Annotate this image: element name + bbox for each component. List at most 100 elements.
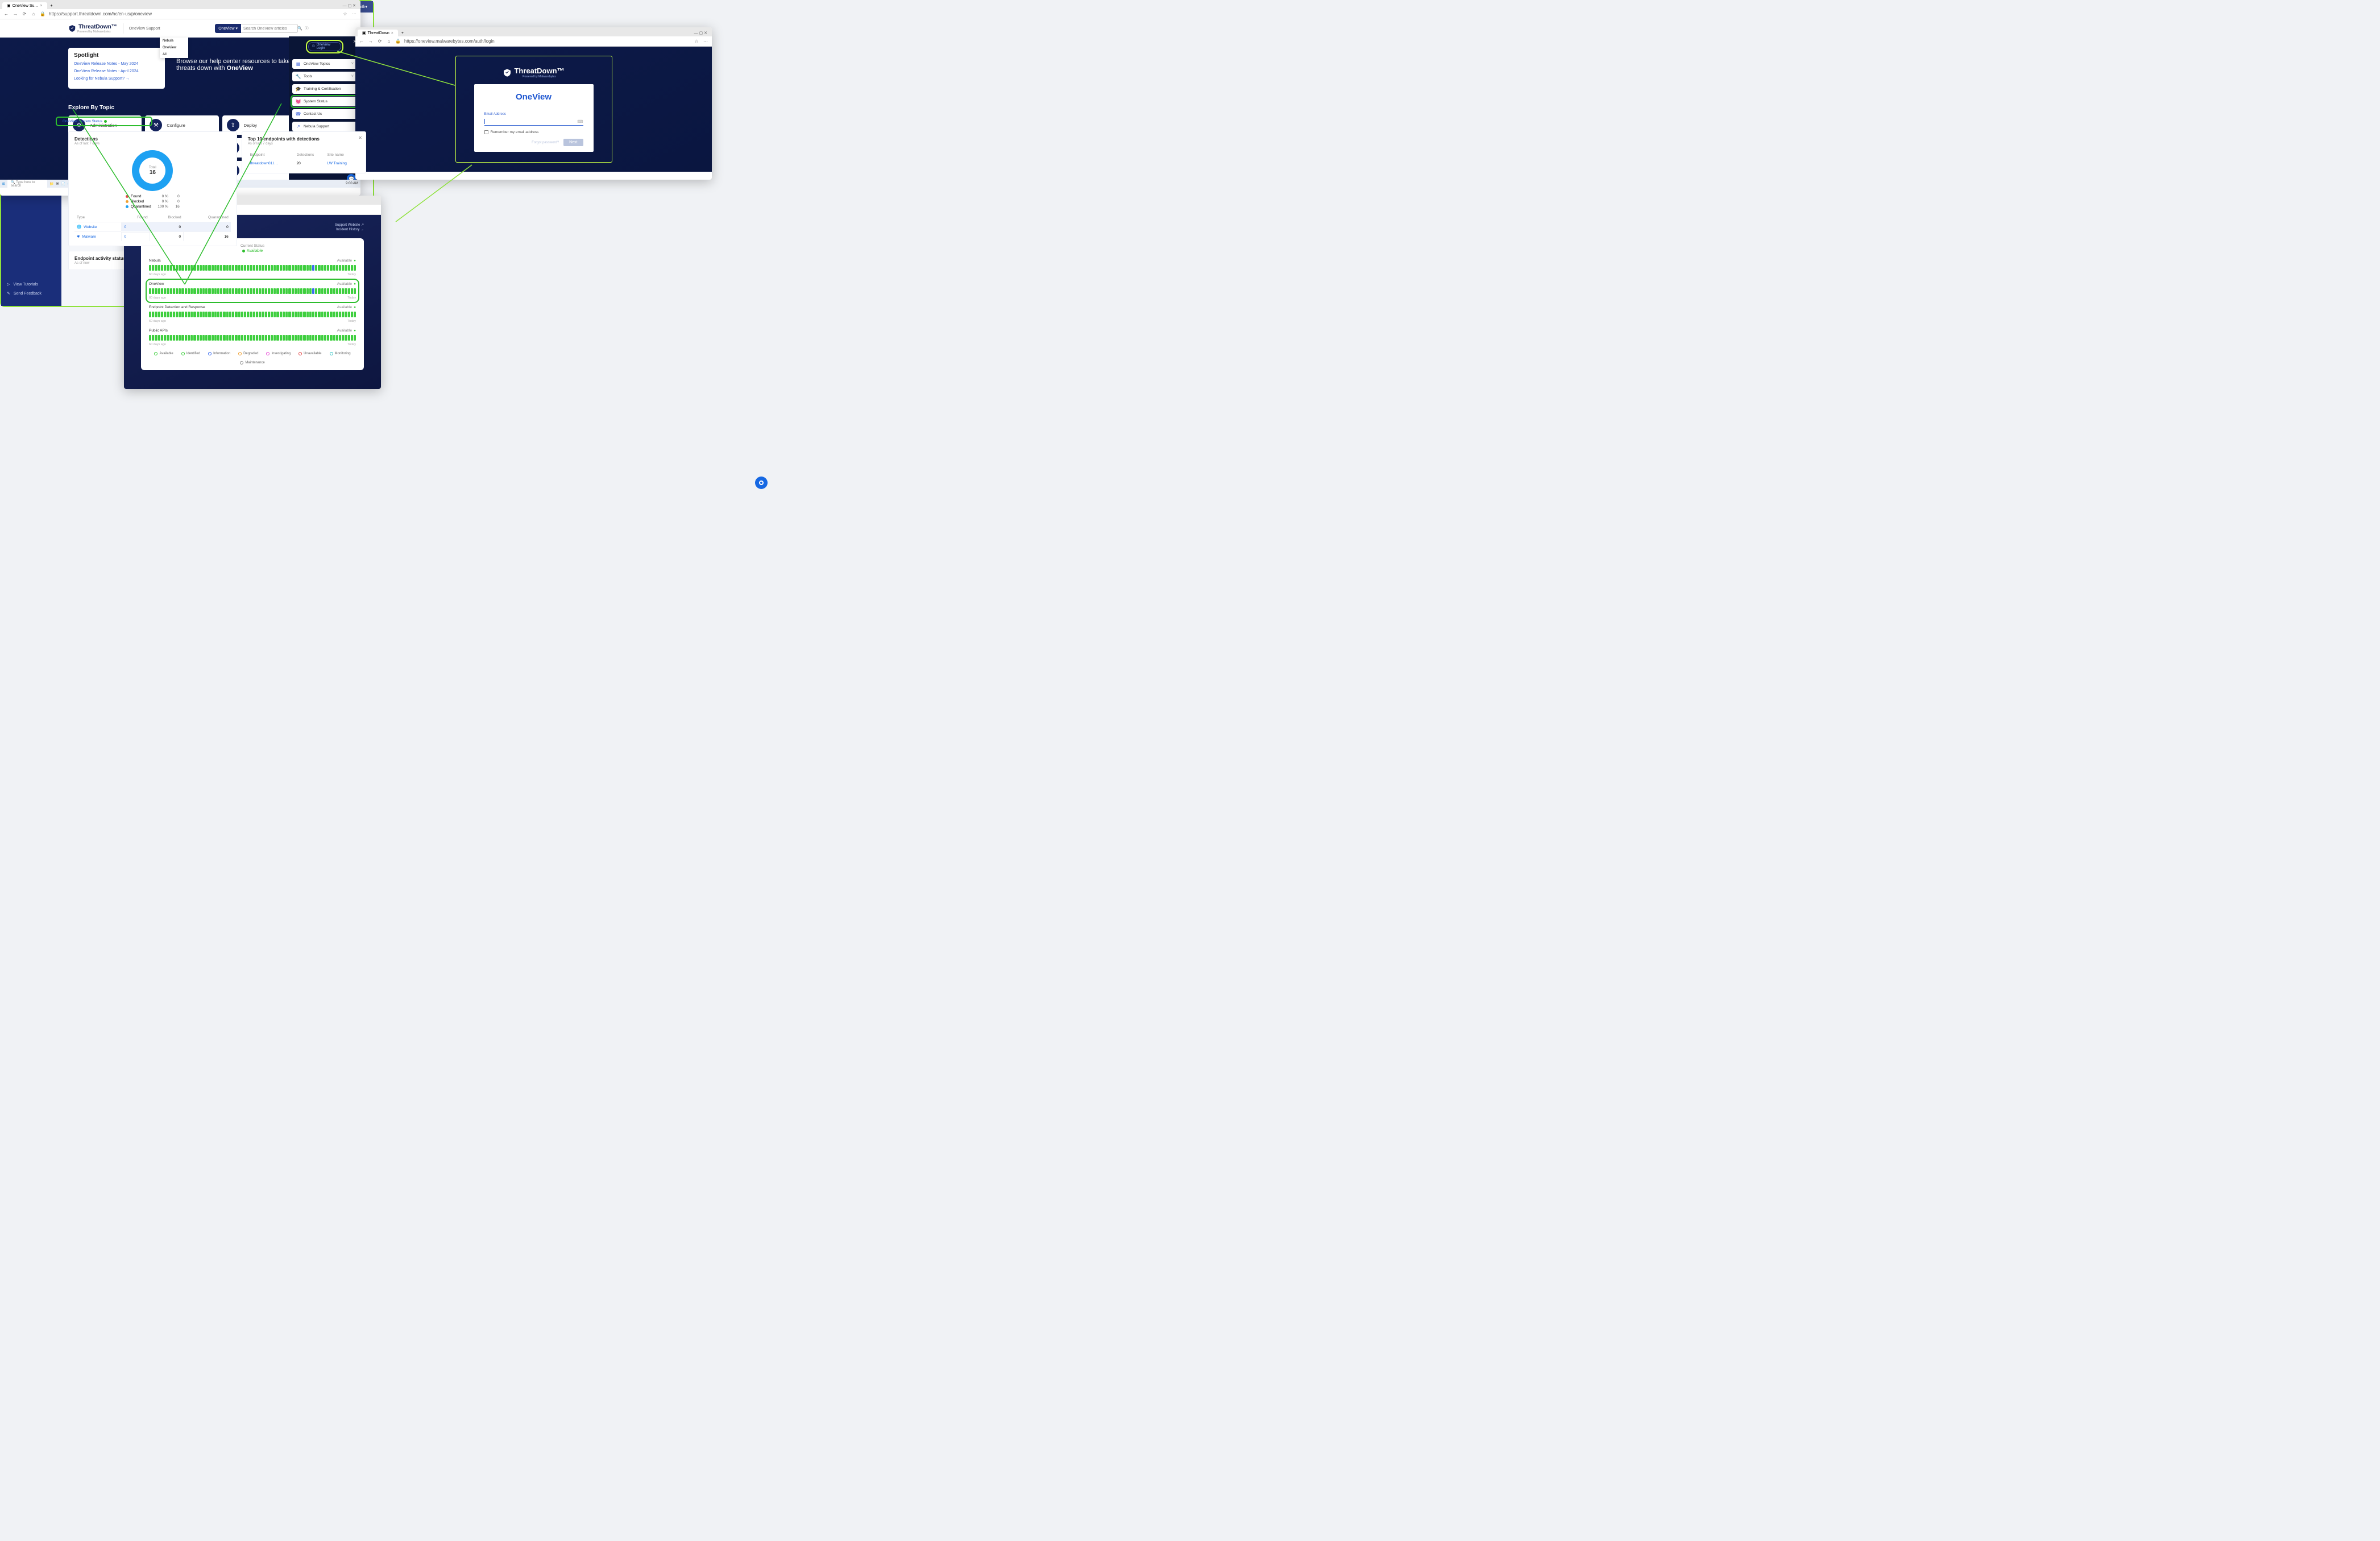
hero-text: Browse our help center resources to take… — [176, 48, 292, 72]
clear-icon[interactable]: ⓧ — [305, 26, 309, 31]
back-icon[interactable]: ← — [3, 11, 9, 17]
spotlight-link[interactable]: OneView Release Notes - May 2024 — [74, 62, 159, 66]
sidepanel-item[interactable]: 🎓 Training & Certification — [292, 84, 357, 94]
login-container: ThreatDown™Powered by Malwarebytes OneVi… — [455, 56, 612, 163]
back-icon[interactable]: ← — [359, 39, 364, 44]
close-tab-icon[interactable]: × — [40, 4, 42, 8]
reload-icon[interactable]: ⟳ — [377, 39, 383, 44]
legend-item: Maintenance — [240, 361, 264, 364]
sidepanel-item[interactable]: 🔧 Tools ˅ — [292, 72, 357, 81]
bug-icon: ✱ — [77, 234, 80, 239]
top-endpoints-panel: ✕ Top 10 endpoints with detections As of… — [242, 131, 366, 173]
sidepanel-icon: ☎ — [296, 111, 301, 117]
search-scope-dropdown[interactable]: OneView ▾ — [215, 24, 241, 33]
system-status-badge[interactable]: OneView System Status — [56, 117, 152, 126]
current-status-value: Available — [149, 249, 356, 253]
table-row[interactable]: threatdown01.l…20LW Training — [249, 160, 359, 167]
legend-row: Quarantined 100 %16 — [126, 205, 180, 209]
clock: 9:00 AM — [346, 182, 358, 185]
legend-row: Blocked 0 %0 — [126, 200, 180, 204]
sidepanel-icon: 🔧 — [296, 74, 301, 79]
home-icon[interactable]: ⌂ — [386, 39, 392, 44]
uptime-bars — [149, 335, 356, 341]
remember-checkbox[interactable]: Remember my email address — [484, 130, 583, 134]
legend-row: Found 0 %0 — [126, 194, 180, 198]
dropdown-item[interactable]: Nebula — [160, 38, 188, 44]
browser-tab[interactable]: ▣ OneView Su… × — [2, 2, 47, 9]
email-input[interactable]: ⌨ — [484, 118, 583, 126]
legend-item: Available — [154, 352, 173, 355]
table-row[interactable]: 🌐Website 000 — [74, 222, 231, 232]
login-window: ▣ ThreatDown × + — ▢ ✕ ← → ⟳ ⌂ 🔒 https:/… — [355, 27, 712, 180]
tabstrip: ▣ OneView Su… × + — ▢ ✕ — [0, 0, 360, 9]
legend-item: Investigating — [266, 352, 291, 355]
home-icon[interactable]: ⌂ — [31, 11, 36, 17]
login-card: OneView Email Address ⌨ Remember my emai… — [474, 84, 594, 152]
sidepanel-item[interactable]: ☎ Contact Us — [292, 109, 357, 119]
email-label: Email Address — [484, 113, 506, 116]
url[interactable]: https://support.threatdown.com/hc/en-us/… — [49, 11, 339, 16]
forward-icon[interactable]: → — [13, 11, 18, 17]
search-icon[interactable]: 🔍 — [297, 26, 302, 31]
taskbar-search[interactable]: 🔍 Type here to search — [7, 180, 47, 188]
spotlight-title: Spotlight — [74, 52, 159, 59]
detections-panel: Detections As of last 7 days Total16 Fou… — [68, 131, 237, 246]
sidepanel-item[interactable]: ↗ Nebula Support — [292, 122, 357, 131]
sidepanel-item[interactable]: ▦ OneView Topics ˅ — [292, 59, 357, 69]
globe-icon: 🌐 — [77, 225, 81, 229]
tile-label: Deploy — [244, 123, 257, 128]
explore-title: Explore By Topic — [68, 105, 292, 111]
support-website-link[interactable]: Support Website ↗ — [335, 223, 364, 227]
forward-icon[interactable]: → — [368, 39, 374, 44]
spotlight-link[interactable]: OneView Release Notes - April 2024 — [74, 69, 159, 73]
sidepanel-icon: 💓 — [296, 99, 301, 104]
brand-logo: ThreatDown™Powered by Malwarebytes — [503, 67, 564, 78]
tile-icon: ⇪ — [227, 119, 239, 131]
search-input[interactable] — [243, 27, 295, 31]
uptime-bars — [149, 265, 356, 271]
reload-icon[interactable]: ⟳ — [22, 11, 27, 17]
new-tab-button[interactable]: + — [47, 3, 56, 9]
status-card: Current Status Available Nebula Availabl… — [141, 238, 364, 370]
browser-tab[interactable]: ▣ ThreatDown × — [358, 30, 398, 36]
sidepanel-icon: ↗ — [296, 124, 301, 129]
view-tutorials-link[interactable]: ▷ View Tutorials — [7, 280, 56, 289]
keyboard-icon[interactable]: ⌨ — [577, 119, 583, 124]
close-icon[interactable]: ✕ — [358, 135, 362, 140]
top-nav: ThreatDown™Powered by Malwarebytes OneVi… — [0, 19, 360, 38]
search-box[interactable]: 🔍 ⓧ — [241, 24, 298, 33]
legend-item: Information — [208, 352, 230, 355]
top-endpoints-table: Endpoint Detections Site name threatdown… — [248, 150, 360, 168]
table-row[interactable]: ✱Malware 0016 — [74, 232, 231, 242]
url[interactable]: https://oneview.malwarebytes.com/auth/lo… — [404, 39, 690, 44]
next-button[interactable]: Next — [563, 139, 583, 146]
legend-item: Monitoring — [330, 352, 351, 355]
spotlight-link[interactable]: Looking for Nebula Support? → — [74, 77, 159, 81]
uptime-bars — [149, 288, 356, 294]
service-row[interactable]: Public APIs Available ● 60 days agoToday — [149, 329, 356, 346]
start-icon[interactable]: ⊞ — [2, 182, 5, 186]
sidepanel-icon: 🎓 — [296, 86, 301, 92]
current-status-label: Current Status — [241, 244, 264, 248]
detections-donut: Total16 — [132, 150, 173, 191]
service-row[interactable]: OneView Available ● 60 days agoToday — [149, 282, 356, 300]
service-row[interactable]: Nebula Available ● 60 days agoToday — [149, 259, 356, 276]
chevron-down-icon: ˅ — [351, 62, 354, 66]
sidepanel-item[interactable]: 💓 System Status — [292, 97, 357, 106]
help-bubble-icon[interactable] — [755, 477, 768, 489]
forgot-password-link[interactable]: Forgot password? — [532, 141, 559, 144]
oneview-login-pill[interactable]: ⎋OneView Login — [306, 40, 343, 53]
brand-logo[interactable]: ThreatDown™Powered by Malwarebytes — [68, 24, 117, 34]
send-feedback-link[interactable]: ✎ Send Feedback — [7, 289, 56, 298]
uptime-bars — [149, 312, 356, 317]
dropdown-item[interactable]: All — [160, 51, 188, 58]
dropdown-item[interactable]: OneView — [160, 44, 188, 51]
service-row[interactable]: Endpoint Detection and Response Availabl… — [149, 305, 356, 323]
scope-dropdown-menu: Nebula OneView All — [160, 38, 188, 58]
incident-history-link[interactable]: Incident History → — [335, 228, 364, 231]
address-bar: ← → ⟳ ⌂ 🔒 https://support.threatdown.com… — [0, 9, 360, 19]
checkbox-icon[interactable] — [484, 130, 488, 134]
sidepanel-icon: ▦ — [296, 61, 301, 67]
tile-label: Configure — [167, 123, 185, 128]
spotlight-card: Spotlight OneView Release Notes - May 20… — [68, 48, 165, 89]
